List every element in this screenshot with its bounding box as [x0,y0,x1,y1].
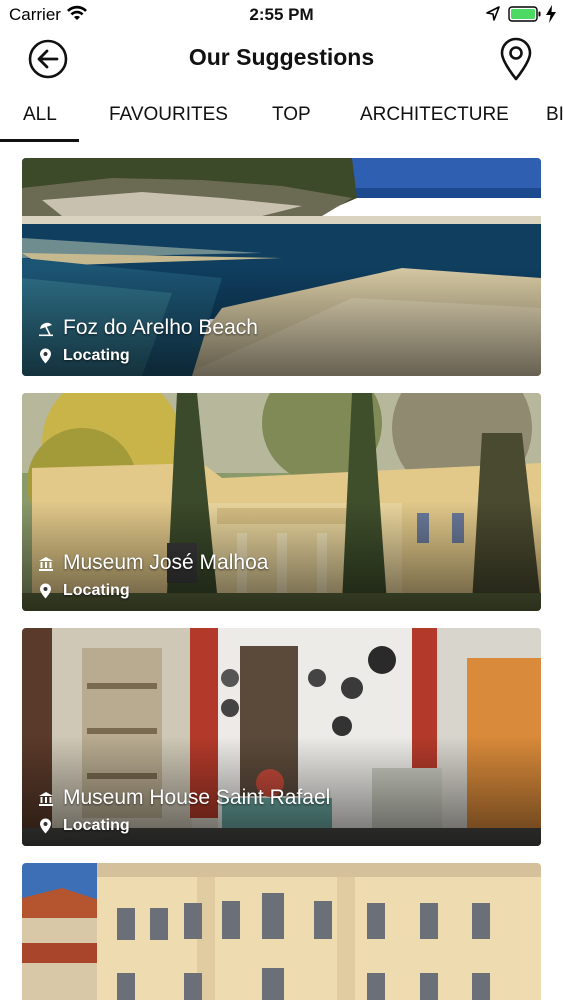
location-pin-icon [40,348,51,364]
charging-bolt-icon [546,5,556,23]
location-pin-icon [40,583,51,599]
map-pin-icon[interactable] [497,36,535,82]
card-status: Locating [63,817,130,834]
status-time: 2:55 PM [249,5,314,24]
battery-icon [508,6,541,22]
card-title: Museum José Malhoa [63,551,269,574]
card-photo-building [22,863,541,1000]
tab-all[interactable]: ALL [23,104,57,126]
card-title: Museum House Saint Rafael [63,786,331,809]
card-status: Locating [63,347,130,364]
tab-architecture[interactable]: ARCHITECTURE [360,104,509,126]
location-pin-icon [40,818,51,834]
suggestion-card[interactable]: Museum José Malhoa Locating [22,393,541,611]
active-tab-indicator [0,139,79,142]
suggestion-card[interactable]: Museum House Saint Rafael Locating [22,628,541,846]
suggestion-card[interactable] [22,863,541,1000]
card-title: Foz do Arelho Beach [63,316,258,339]
location-arrow-icon [486,6,500,21]
page-title: Our Suggestions [188,44,375,70]
tab-favourites[interactable]: FAVOURITES [109,104,228,126]
status-bar: Carrier 2:55 PM [0,0,563,30]
tab-partial[interactable]: BI [546,104,563,126]
museum-icon [39,792,53,806]
nav-header: Our Suggestions [0,30,563,88]
tab-top[interactable]: TOP [272,104,311,126]
museum-icon [39,557,53,571]
suggestion-card[interactable]: Foz do Arelho Beach Locating [22,158,541,376]
category-tabs: ALL FAVOURITES TOP ARCHITECTURE BI [0,96,563,142]
card-status: Locating [63,582,130,599]
beach-umbrella-icon [39,322,53,337]
